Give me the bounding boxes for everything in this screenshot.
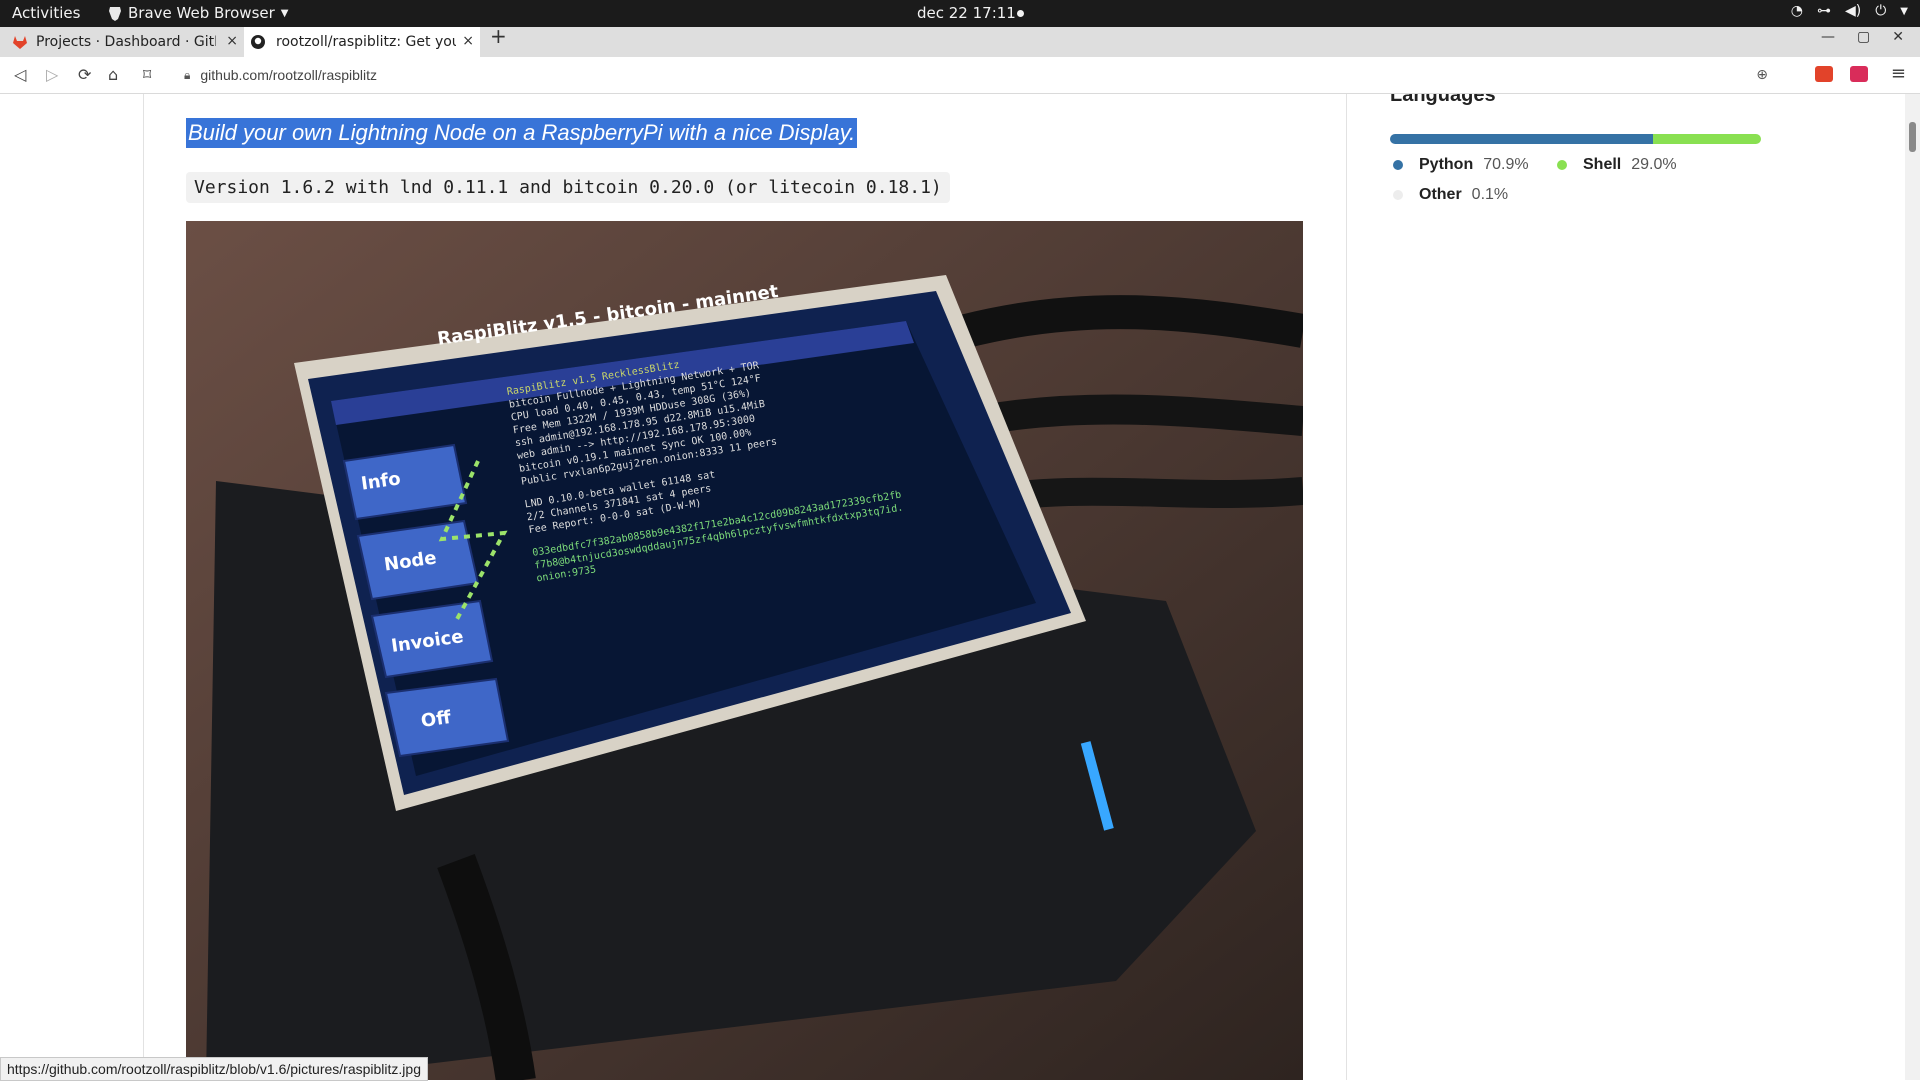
new-tab-button[interactable]: + <box>490 24 507 48</box>
tab-raspiblitz[interactable]: rootzoll/raspiblitz: Get you × <box>244 27 480 57</box>
update-icon[interactable]: ◔ <box>1791 3 1803 19</box>
screen-button-off: Off <box>420 707 453 732</box>
languages-bar <box>1390 134 1761 144</box>
tab-gitlab[interactable]: Projects · Dashboard · GitL × <box>0 27 244 57</box>
reload-button[interactable]: ⟳ <box>78 65 91 84</box>
url-text[interactable]: github.com/rootzoll/raspiblitz <box>200 67 377 83</box>
home-button[interactable]: ⌂ <box>108 65 118 84</box>
language-name: Shell <box>1583 156 1621 174</box>
page-scrollbar[interactable] <box>1905 94 1920 1080</box>
window-controls: — ▢ ✕ <box>1821 29 1904 45</box>
volume-icon[interactable]: ◀) <box>1845 3 1861 19</box>
link-status-bar: https://github.com/rootzoll/raspiblitz/b… <box>0 1057 428 1081</box>
language-name: Python <box>1419 156 1473 174</box>
notification-dot <box>1017 10 1024 17</box>
divider <box>143 94 144 1080</box>
brave-rewards-icon[interactable] <box>1850 66 1868 82</box>
language-percent: 70.9% <box>1483 156 1528 174</box>
system-top-bar: Activities Brave Web Browser ▼ dec 22 17… <box>0 0 1920 27</box>
language-segment-python <box>1390 134 1653 144</box>
language-name: Other <box>1419 186 1462 204</box>
language-swatch <box>1393 160 1403 170</box>
chevron-down-icon: ▼ <box>281 8 289 19</box>
tab-title: rootzoll/raspiblitz: Get you <box>276 34 456 50</box>
language-percent: 0.1% <box>1472 186 1508 204</box>
readme-tagline: Build your own Lightning Node on a Raspb… <box>186 118 857 148</box>
brave-shields-icon[interactable] <box>1815 66 1833 82</box>
menu-icon[interactable]: ≡ <box>1891 63 1906 84</box>
language-segment-shell <box>1653 134 1761 144</box>
app-name: Brave Web Browser <box>128 4 275 22</box>
address-bar[interactable]: 🔒︎ github.com/rootzoll/raspiblitz ⊕ <box>172 61 1780 89</box>
language-swatch <box>1393 190 1403 200</box>
browser-toolbar: ◁ ▷ ⟳ ⌂ ⌑ 🔒︎ github.com/rootzoll/raspibl… <box>0 57 1920 94</box>
language-item-python[interactable]: Python 70.9% <box>1393 156 1529 174</box>
app-menu[interactable]: Brave Web Browser ▼ <box>108 4 288 22</box>
power-icon[interactable]: ⏻ <box>1875 3 1886 19</box>
github-icon <box>250 34 266 50</box>
scrollbar-thumb[interactable] <box>1909 122 1916 152</box>
close-tab-icon[interactable]: × <box>226 33 238 49</box>
restore-button[interactable]: ▢ <box>1857 29 1870 45</box>
minimize-button[interactable]: — <box>1821 29 1835 45</box>
zoom-icon[interactable]: ⊕ <box>1756 67 1768 83</box>
language-swatch <box>1557 160 1567 170</box>
bookmark-button[interactable]: ⌑ <box>143 65 151 84</box>
brave-lion-icon <box>108 6 122 21</box>
system-tray[interactable]: ◔ ⊶ ◀) ⏻ ▼ <box>1791 3 1908 19</box>
version-code: Version 1.6.2 with lnd 0.11.1 and bitcoi… <box>186 172 950 203</box>
chevron-down-icon[interactable]: ▼ <box>1900 6 1908 17</box>
activities-button[interactable]: Activities <box>12 4 80 22</box>
close-window-button[interactable]: ✕ <box>1892 29 1904 45</box>
gitlab-icon <box>12 34 28 50</box>
tab-title: Projects · Dashboard · GitL <box>36 34 216 50</box>
raspiblitz-photo[interactable]: RaspiBlitz v1.5 - bitcoin - mainnet Info… <box>186 221 1303 1080</box>
tab-strip: Projects · Dashboard · GitL × rootzoll/r… <box>0 27 1920 57</box>
clock[interactable]: dec 22 17:11 <box>917 4 1016 22</box>
close-tab-icon[interactable]: × <box>462 33 474 49</box>
language-item-shell[interactable]: Shell 29.0% <box>1557 156 1677 174</box>
divider <box>1346 94 1347 1080</box>
language-item-other[interactable]: Other 0.1% <box>1393 186 1508 204</box>
lock-icon: 🔒︎ <box>184 68 190 83</box>
network-icon[interactable]: ⊶ <box>1817 3 1831 19</box>
forward-button[interactable]: ▷ <box>46 65 58 84</box>
language-percent: 29.0% <box>1631 156 1676 174</box>
languages-heading: Languages <box>1390 94 1496 107</box>
back-button[interactable]: ◁ <box>14 65 26 84</box>
page-content: Build your own Lightning Node on a Raspb… <box>0 94 1905 1080</box>
